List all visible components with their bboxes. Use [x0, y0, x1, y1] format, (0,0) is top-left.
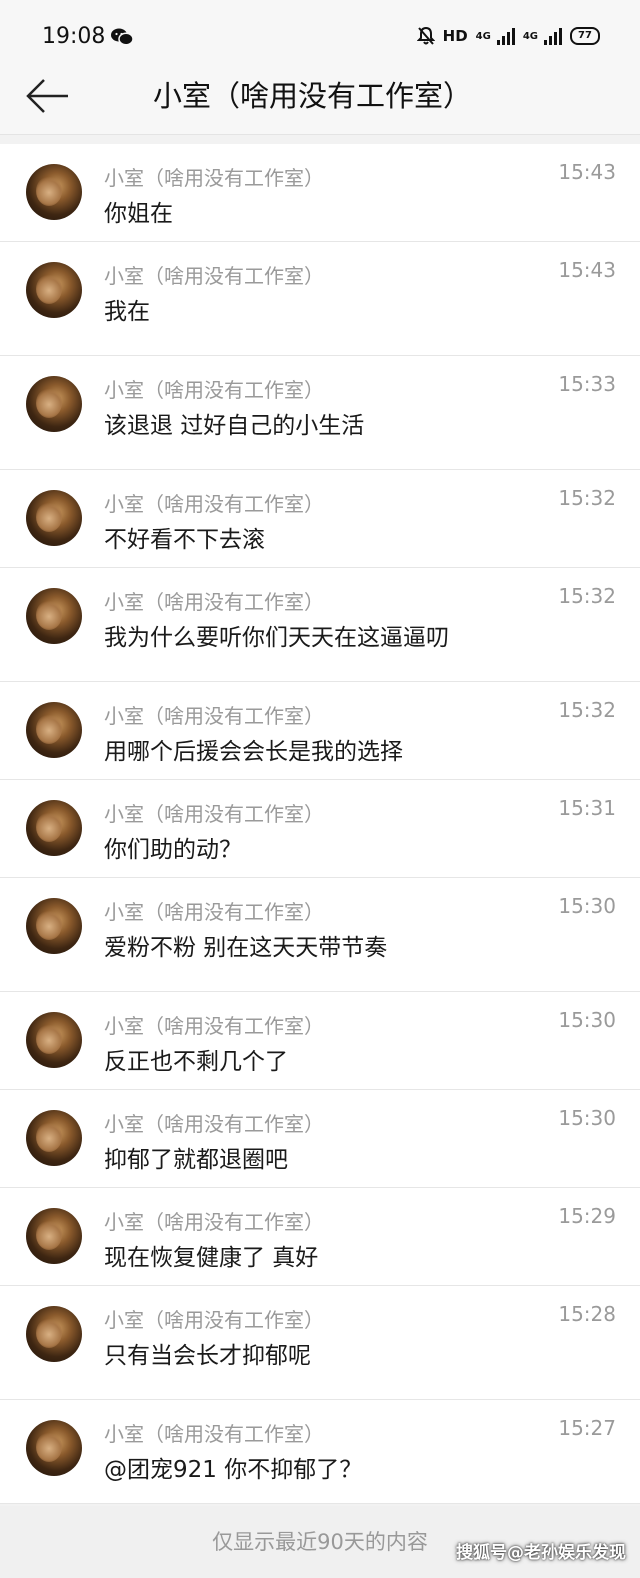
- message-row[interactable]: 小室（啥用没有工作室） 15:32 不好看不下去滚: [0, 470, 640, 568]
- avatar[interactable]: [26, 1012, 82, 1068]
- avatar[interactable]: [26, 1306, 82, 1362]
- message-time: 15:30: [558, 1008, 616, 1032]
- message-text: 该退退 过好自己的小生活: [104, 413, 365, 439]
- sender-name: 小室（啥用没有工作室）: [104, 590, 324, 614]
- message-row[interactable]: 小室（啥用没有工作室） 15:33 该退退 过好自己的小生活: [0, 356, 640, 470]
- status-time: 19:08: [42, 24, 106, 49]
- avatar[interactable]: [26, 1110, 82, 1166]
- message-row[interactable]: 小室（啥用没有工作室） 15:32 用哪个后援会会长是我的选择: [0, 682, 640, 780]
- sender-name: 小室（啥用没有工作室）: [104, 1422, 324, 1446]
- avatar[interactable]: [26, 164, 82, 220]
- sender-name: 小室（啥用没有工作室）: [104, 378, 324, 402]
- message-row[interactable]: 小室（啥用没有工作室） 15:43 我在: [0, 242, 640, 356]
- message-row[interactable]: 小室（啥用没有工作室） 15:28 只有当会长才抑郁呢: [0, 1286, 640, 1400]
- wechat-icon: [111, 28, 133, 46]
- sender-name: 小室（啥用没有工作室）: [104, 166, 324, 190]
- message-time: 15:43: [558, 160, 616, 184]
- message-text: 用哪个后援会会长是我的选择: [104, 739, 403, 765]
- hd-indicator: HD: [442, 27, 468, 45]
- sender-name: 小室（啥用没有工作室）: [104, 704, 324, 728]
- avatar[interactable]: [26, 1208, 82, 1264]
- avatar[interactable]: [26, 800, 82, 856]
- message-time: 15:32: [558, 584, 616, 608]
- battery-icon: 77: [570, 27, 600, 45]
- message-text: 爱粉不粉 别在这天天带节奏: [104, 935, 388, 961]
- sender-name: 小室（啥用没有工作室）: [104, 492, 324, 516]
- message-list[interactable]: 小室（啥用没有工作室） 15:43 你姐在 小室（啥用没有工作室） 15:43 我在 小室（…: [0, 144, 640, 1504]
- message-text: 抑郁了就都退圈吧: [104, 1147, 288, 1173]
- network-type-1: 4G: [475, 30, 491, 42]
- message-text: 你姐在: [104, 201, 173, 227]
- message-text: 现在恢复健康了 真好: [104, 1245, 319, 1271]
- network-type-2: 4G: [522, 30, 538, 42]
- message-text: 只有当会长才抑郁呢: [104, 1343, 311, 1369]
- message-time: 15:28: [558, 1302, 616, 1326]
- signal-icon-2: [544, 27, 562, 45]
- avatar[interactable]: [26, 262, 82, 318]
- message-time: 15:32: [558, 486, 616, 510]
- status-indicators: HD 4G 4G 77: [416, 26, 600, 46]
- sender-name: 小室（啥用没有工作室）: [104, 1210, 324, 1234]
- nav-bar: 小室（啥用没有工作室）: [0, 74, 640, 135]
- message-text: 反正也不剩几个了: [104, 1049, 288, 1075]
- sender-name: 小室（啥用没有工作室）: [104, 802, 324, 826]
- avatar[interactable]: [26, 702, 82, 758]
- message-time: 15:29: [558, 1204, 616, 1228]
- sender-name: 小室（啥用没有工作室）: [104, 1014, 324, 1038]
- message-time: 15:43: [558, 258, 616, 282]
- sender-name: 小室（啥用没有工作室）: [104, 1308, 324, 1332]
- avatar[interactable]: [26, 588, 82, 644]
- message-row[interactable]: 小室（啥用没有工作室） 15:43 你姐在: [0, 144, 640, 242]
- sender-name: 小室（啥用没有工作室）: [104, 1112, 324, 1136]
- message-text: 我在: [104, 299, 150, 325]
- avatar[interactable]: [26, 898, 82, 954]
- message-row[interactable]: 小室（啥用没有工作室） 15:31 你们助的动？: [0, 780, 640, 878]
- message-time: 15:33: [558, 372, 616, 396]
- message-time: 15:27: [558, 1416, 616, 1440]
- avatar[interactable]: [26, 376, 82, 432]
- message-text: @团宠921 你不抑郁了？: [104, 1457, 363, 1483]
- avatar[interactable]: [26, 1420, 82, 1476]
- message-row[interactable]: 小室（啥用没有工作室） 15:27 @团宠921 你不抑郁了？: [0, 1400, 640, 1504]
- watermark: 搜狐号@老孙娱乐发现: [456, 1543, 626, 1563]
- sender-name: 小室（啥用没有工作室）: [104, 900, 324, 924]
- message-text: 你们助的动？: [104, 837, 242, 863]
- sender-name: 小室（啥用没有工作室）: [104, 264, 324, 288]
- message-text: 不好看不下去滚: [104, 527, 265, 553]
- avatar[interactable]: [26, 490, 82, 546]
- back-arrow-icon[interactable]: [26, 78, 70, 114]
- message-row[interactable]: 小室（啥用没有工作室） 15:30 爱粉不粉 别在这天天带节奏: [0, 878, 640, 992]
- message-text: 我为什么要听你们天天在这逼逼叨: [104, 625, 449, 651]
- bell-muted-icon: [416, 26, 435, 45]
- message-row[interactable]: 小室（啥用没有工作室） 15:30 抑郁了就都退圈吧: [0, 1090, 640, 1188]
- message-row[interactable]: 小室（啥用没有工作室） 15:30 反正也不剩几个了: [0, 992, 640, 1090]
- message-time: 15:31: [558, 796, 616, 820]
- message-row[interactable]: 小室（啥用没有工作室） 15:32 我为什么要听你们天天在这逼逼叨: [0, 568, 640, 682]
- message-time: 15:30: [558, 1106, 616, 1130]
- message-time: 15:32: [558, 698, 616, 722]
- signal-icon: [496, 27, 515, 45]
- message-time: 15:30: [558, 894, 616, 918]
- message-row[interactable]: 小室（啥用没有工作室） 15:29 现在恢复健康了 真好: [0, 1188, 640, 1286]
- page-title: 小室（啥用没有工作室）: [153, 79, 473, 113]
- status-bar: 19:08 HD 4G 4G 77: [0, 0, 640, 74]
